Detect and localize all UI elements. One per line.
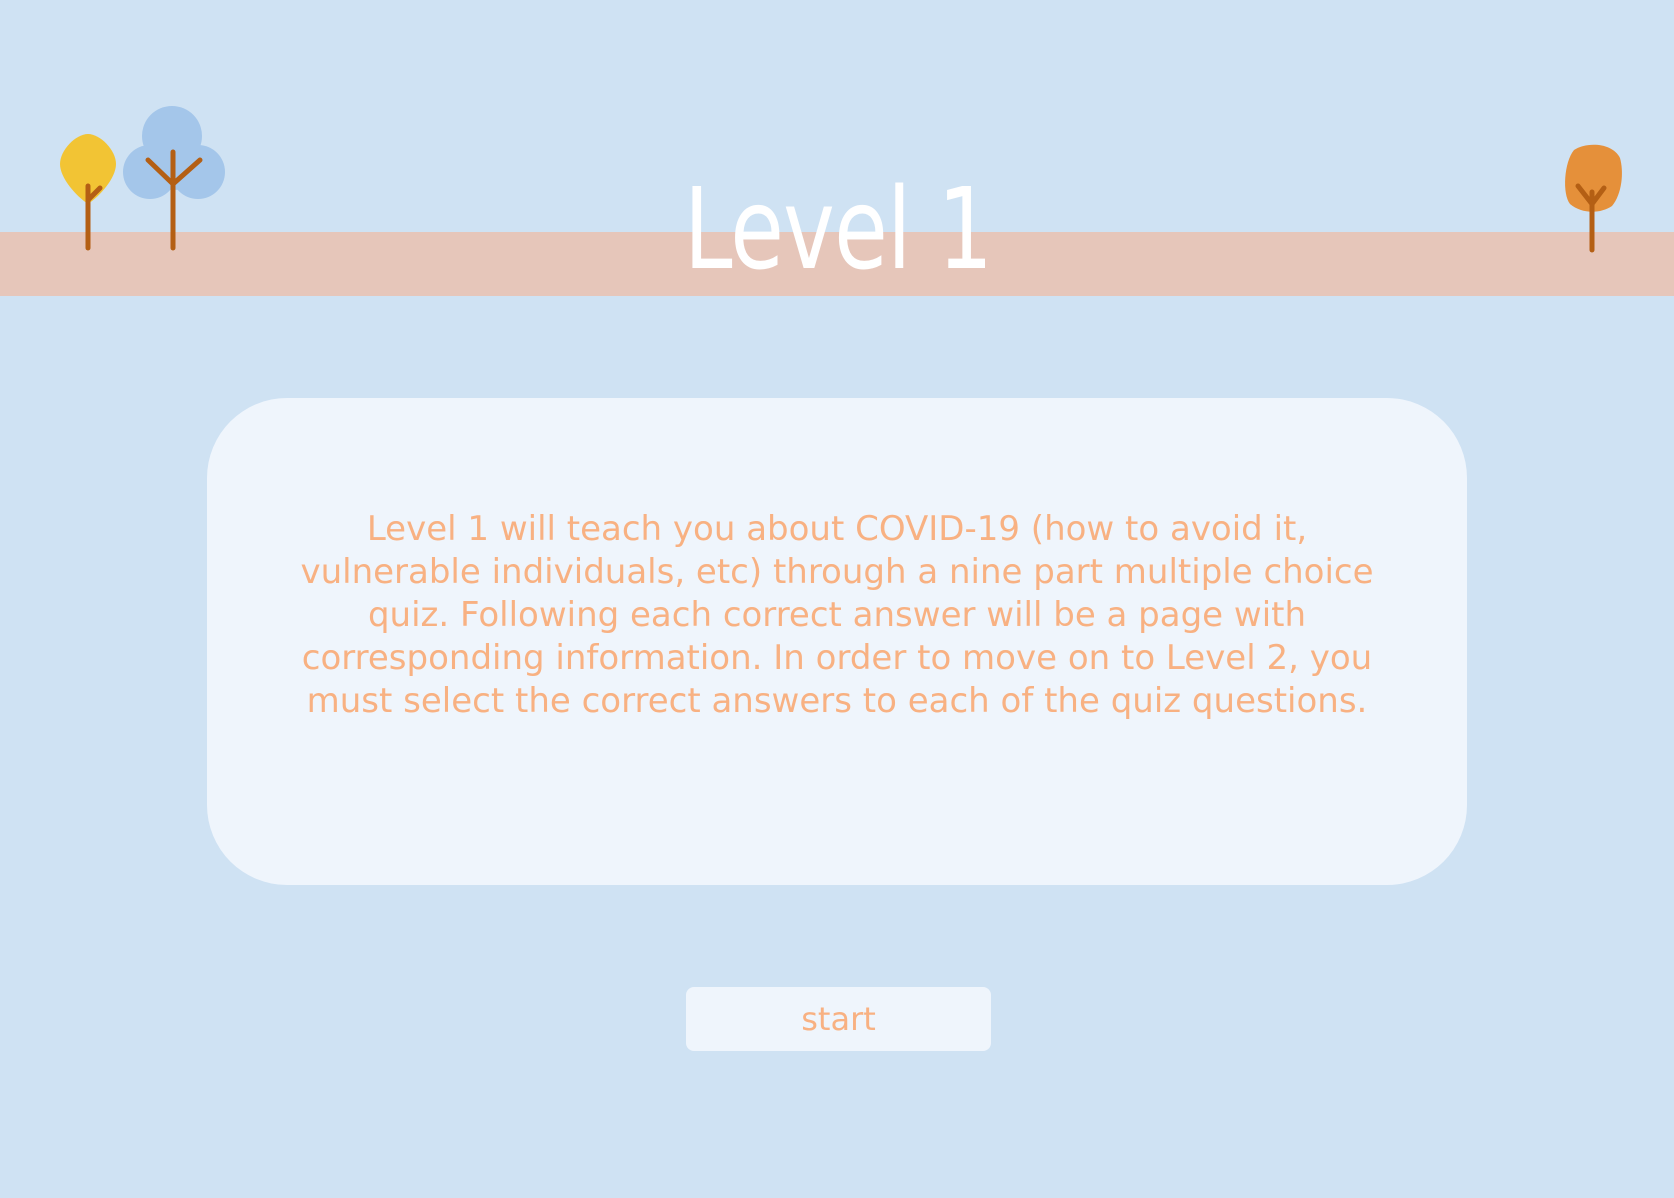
level-description: Level 1 will teach you about COVID-19 (h… [300, 509, 1374, 721]
yellow-tree-icon [60, 134, 116, 251]
description-card: Level 1 will teach you about COVID-19 (h… [207, 398, 1467, 885]
level-title: Level 1 [683, 165, 993, 295]
start-button[interactable]: start [686, 987, 991, 1051]
orange-tree-icon [1565, 144, 1622, 253]
